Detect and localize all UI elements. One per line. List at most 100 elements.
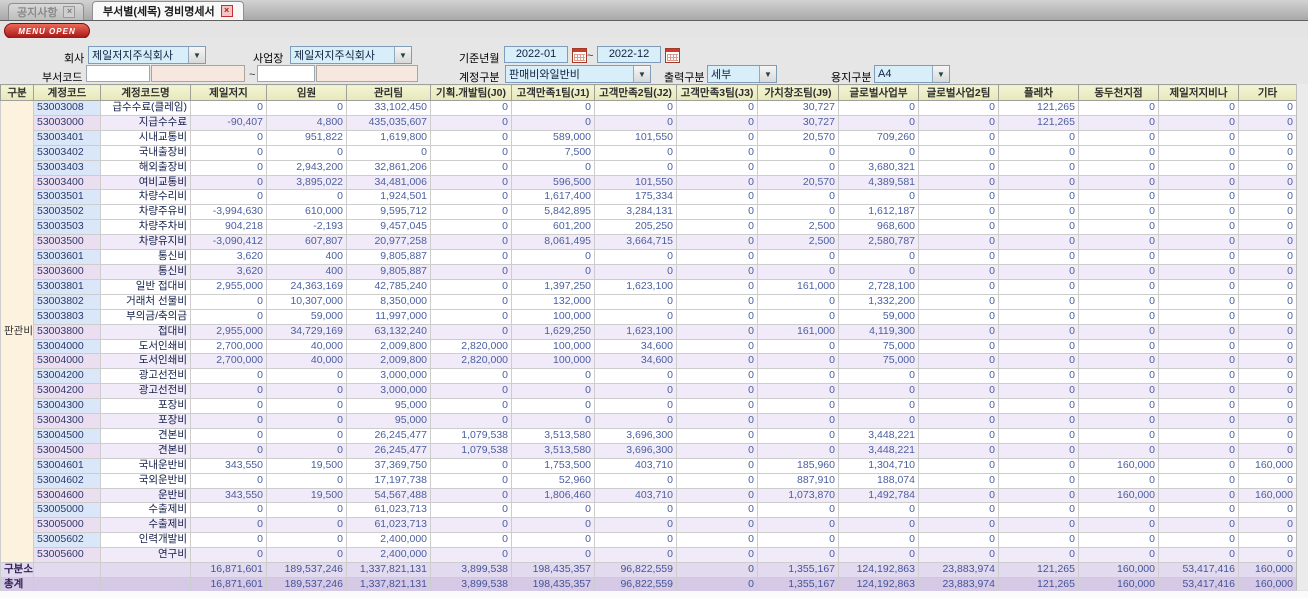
amount-cell[interactable]: 0 [190,442,267,459]
amount-cell[interactable]: 0 [266,189,347,206]
chevron-down-icon[interactable]: ▼ [932,66,949,82]
amount-cell[interactable]: 0 [594,532,677,549]
amount-cell[interactable]: 0 [998,517,1079,534]
amount-cell[interactable]: 1,612,187 [838,204,919,221]
amount-cell[interactable]: 0 [918,100,999,116]
account-code-cell[interactable]: 53003600 [33,263,101,280]
amount-cell[interactable]: 19,500 [266,457,347,474]
amount-cell[interactable]: 52,960 [511,472,595,489]
amount-cell[interactable]: 0 [1078,383,1159,400]
amount-cell[interactable]: 0 [1158,547,1239,564]
account-name-cell[interactable]: 차량주유비 [100,204,191,221]
amount-cell[interactable]: 1,304,710 [838,457,919,474]
amount-cell[interactable]: 0 [757,189,839,206]
tab-expense-report[interactable]: 부서별(세목) 경비명세서 × [92,1,244,20]
amount-cell[interactable]: 0 [676,293,758,310]
amount-cell[interactable]: 0 [918,189,999,206]
account-name-cell[interactable]: 통신비 [100,249,191,265]
amount-cell[interactable]: 2,943,200 [266,159,347,176]
expense-row[interactable]: 53003601 통신비 3,620 400 9,805,887 0 0 0 0 0 0 0 0 0 0 0 [1,249,1297,265]
amount-cell[interactable]: 0 [430,487,512,504]
amount-cell[interactable]: 0 [1238,159,1297,176]
amount-cell[interactable]: 0 [676,442,758,459]
amount-cell[interactable]: 0 [511,398,595,415]
amount-cell[interactable]: 2,728,100 [838,278,919,295]
amount-cell[interactable]: 0 [1238,368,1297,385]
amount-cell[interactable]: 0 [190,427,267,444]
expense-row[interactable]: 판관비 53003008 급수수료(클레임) 0 0 33,102,450 0 0 0 0 30,7… [0,99,1297,564]
amount-cell[interactable]: 2,400,000 [346,547,431,564]
amount-cell[interactable]: 3,284,131 [594,204,677,221]
amount-cell[interactable]: 0 [998,219,1079,236]
amount-cell[interactable]: 0 [190,472,267,489]
amount-cell[interactable]: 0 [1158,114,1239,131]
account-name-cell[interactable]: 차량유지비 [100,234,191,251]
account-code-cell[interactable]: 53004300 [33,398,101,415]
amount-cell[interactable]: 0 [1238,249,1297,265]
amount-cell[interactable]: 0 [190,368,267,385]
amount-cell[interactable]: 0 [594,100,677,116]
amount-cell[interactable]: 0 [1238,502,1297,519]
amount-cell[interactable]: 0 [676,532,758,549]
amount-cell[interactable]: 0 [918,353,999,370]
amount-cell[interactable]: 198,435,357 [511,562,595,578]
amount-cell[interactable]: 0 [757,338,839,355]
amount-cell[interactable]: 40,000 [266,353,347,370]
amount-cell[interactable]: 0 [1158,159,1239,176]
expense-row[interactable]: 53003600 통신비 3,620 400 9,805,887 0 0 0 0 0 0 0 0 0 0 0 [1,263,1297,280]
account-name-cell[interactable]: 수출제비 [100,517,191,534]
account-code-cell[interactable]: 53004602 [33,472,101,489]
column-header[interactable]: 계정코드명 [100,84,191,101]
amount-cell[interactable]: 0 [676,338,758,355]
amount-cell[interactable]: 0 [430,249,512,265]
account-name-cell[interactable]: 통신비 [100,263,191,280]
amount-cell[interactable]: 0 [998,547,1079,564]
amount-cell[interactable]: 95,000 [346,413,431,429]
amount-cell[interactable]: 0 [998,472,1079,489]
amount-cell[interactable]: 0 [1238,308,1297,325]
amount-cell[interactable]: 3,620 [190,249,267,265]
amount-cell[interactable]: 951,822 [266,129,347,146]
amount-cell[interactable]: 0 [757,442,839,459]
amount-cell[interactable]: 0 [594,472,677,489]
amount-cell[interactable]: 0 [676,472,758,489]
amount-cell[interactable]: 3,448,221 [838,442,919,459]
account-code-cell[interactable]: 53003601 [33,249,101,265]
amount-cell[interactable]: 0 [1238,532,1297,549]
amount-cell[interactable]: 0 [676,487,758,504]
amount-cell[interactable]: 34,600 [594,353,677,370]
amount-cell[interactable]: 0 [757,383,839,400]
amount-cell[interactable]: 0 [430,308,512,325]
amount-cell[interactable]: 0 [1158,487,1239,504]
amount-cell[interactable]: 0 [430,114,512,131]
amount-cell[interactable]: 0 [511,100,595,116]
account-code-cell[interactable]: 53003801 [33,278,101,295]
amount-cell[interactable]: 0 [190,144,267,161]
amount-cell[interactable]: 0 [1158,219,1239,236]
amount-cell[interactable]: 101,550 [594,129,677,146]
amount-cell[interactable]: 0 [918,532,999,549]
chevron-down-icon[interactable]: ▼ [394,47,411,63]
amount-cell[interactable]: 0 [676,189,758,206]
amount-cell[interactable]: 0 [1078,532,1159,549]
account-code-cell[interactable]: 53004300 [33,413,101,429]
amount-cell[interactable]: 5,842,895 [511,204,595,221]
amount-cell[interactable]: 0 [266,100,347,116]
amount-cell[interactable]: 589,000 [511,129,595,146]
amount-cell[interactable]: 0 [838,249,919,265]
account-code-cell[interactable]: 53003503 [33,219,101,236]
amount-cell[interactable]: 0 [1238,278,1297,295]
amount-cell[interactable]: 0 [266,547,347,564]
amount-cell[interactable]: 0 [676,547,758,564]
amount-cell[interactable]: 0 [266,383,347,400]
expense-row[interactable]: 53003402 국내출장비 0 0 0 0 7,500 0 0 0 0 0 0 0 0 0 [1,144,1297,161]
amount-cell[interactable]: 0 [676,353,758,370]
dept-name-from-input[interactable] [151,65,245,82]
amount-cell[interactable]: 0 [676,502,758,519]
amount-cell[interactable]: 121,265 [998,114,1079,131]
amount-cell[interactable]: 0 [757,502,839,519]
period-to-input[interactable]: 2022-12 [597,46,661,63]
account-name-cell[interactable]: 일반 접대비 [100,278,191,295]
expense-row[interactable]: 53004601 국내운반비 343,550 19,500 37,369,750 0 1,7… [1,457,1297,474]
expense-row[interactable]: 53003500 차량유지비 -3,090,412 607,807 20,977,258… [1,234,1297,251]
